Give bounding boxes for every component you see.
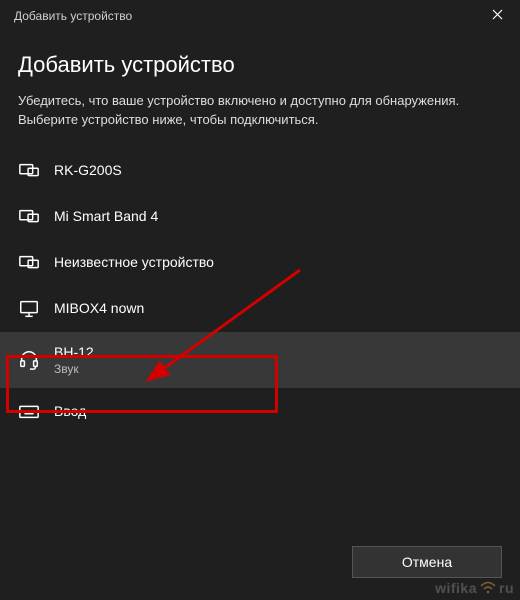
device-list: RK-G200S Mi Smart Band 4 Неизвестное уст… — [0, 148, 520, 435]
display-icon — [18, 206, 40, 228]
close-icon — [492, 9, 503, 23]
content: Добавить устройство Убедитесь, что ваше … — [0, 32, 520, 434]
display-icon — [18, 252, 40, 274]
device-name: BH-12 — [54, 344, 94, 361]
device-item[interactable]: Mi Smart Band 4 — [0, 194, 520, 240]
watermark: wifika ru — [435, 580, 514, 596]
watermark-text-right: ru — [499, 580, 514, 596]
device-name: RK-G200S — [54, 162, 122, 179]
device-item[interactable]: Ввод — [0, 388, 520, 434]
page-title: Добавить устройство — [18, 52, 502, 78]
cancel-button[interactable]: Отмена — [352, 546, 502, 578]
device-item-selected[interactable]: BH-12 Звук — [0, 332, 520, 389]
device-item[interactable]: RK-G200S — [0, 148, 520, 194]
device-subtitle: Звук — [54, 362, 94, 376]
display-icon — [18, 160, 40, 182]
instructions-text: Убедитесь, что ваше устройство включено … — [18, 92, 502, 130]
device-name: Ввод — [54, 403, 86, 420]
headset-icon — [18, 349, 40, 371]
footer: Отмена — [352, 546, 502, 578]
device-item[interactable]: Неизвестное устройство — [0, 240, 520, 286]
device-name: Неизвестное устройство — [54, 254, 214, 271]
titlebar: Добавить устройство — [0, 0, 520, 32]
monitor-icon — [18, 298, 40, 320]
watermark-text-left: wifika — [435, 580, 477, 596]
device-item[interactable]: MIBOX4 nown — [0, 286, 520, 332]
close-button[interactable] — [474, 0, 520, 32]
device-name: Mi Smart Band 4 — [54, 208, 158, 225]
window-title: Добавить устройство — [14, 9, 132, 23]
wifi-icon — [480, 581, 496, 595]
keyboard-icon — [18, 400, 40, 422]
device-name: MIBOX4 nown — [54, 300, 144, 317]
